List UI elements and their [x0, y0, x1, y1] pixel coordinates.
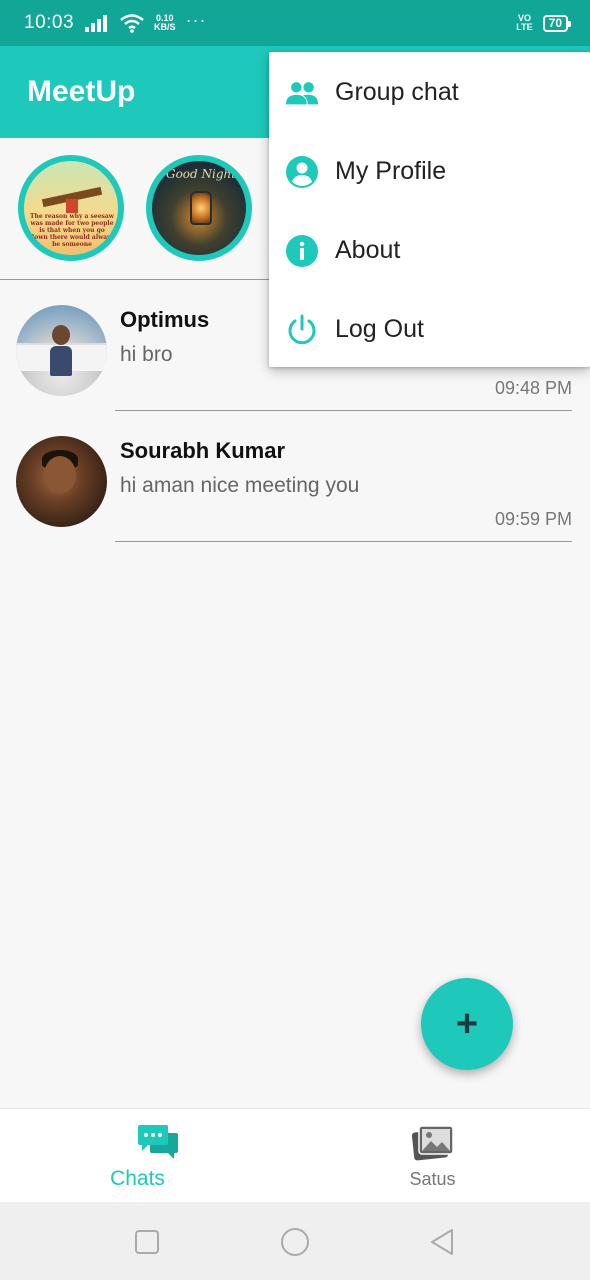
volte-bottom: LTE [516, 22, 533, 32]
app-title: MeetUp [27, 75, 136, 108]
menu-item-label: Group chat [335, 78, 459, 106]
status-left: 10:03 0.10 KB/S ··· [24, 9, 207, 34]
tab-label: Satus [409, 1169, 456, 1189]
tab-status[interactable]: Satus [295, 1109, 590, 1203]
home-icon[interactable] [279, 1226, 311, 1258]
story-avatar[interactable]: The reason why a seesaw was made for two… [18, 155, 124, 261]
network-speed: 0.10 KB/S [154, 14, 176, 32]
status-right: VO LTE 70 [516, 14, 572, 32]
status-bar: 10:03 0.10 KB/S ··· VO LTE 70 [0, 0, 590, 46]
person-graphic [50, 325, 72, 387]
signal-icon [85, 15, 108, 32]
menu-item-about[interactable]: About [269, 211, 590, 290]
volte-indicator: VO LTE [516, 14, 532, 32]
new-chat-fab[interactable]: + [421, 978, 513, 1070]
avatar [16, 436, 107, 527]
tab-chats[interactable]: Chats [0, 1109, 295, 1203]
menu-item-label: My Profile [335, 157, 447, 185]
seesaw-base-graphic [66, 199, 78, 213]
system-navigation-bar [0, 1202, 590, 1280]
story-quote: The reason why a seesaw was made for two… [30, 213, 115, 248]
chat-timestamp: 09:59 PM [494, 509, 572, 529]
speed-unit: KB/S [154, 22, 176, 32]
chat-timestamp: 09:48 PM [494, 378, 572, 398]
menu-item-label: About [335, 236, 401, 264]
battery-icon: 70 [542, 14, 572, 32]
info-icon [285, 234, 319, 268]
menu-item-group-chat[interactable]: Group chat [269, 53, 590, 132]
chat-contact-name: Sourabh Kumar [120, 438, 286, 463]
battery-level: 70 [548, 16, 562, 30]
chat-bubbles-icon [136, 1123, 180, 1163]
divider [115, 540, 572, 542]
story-avatar[interactable]: Good Night [146, 155, 252, 261]
group-icon [285, 76, 319, 110]
story-caption: Good Night [166, 167, 237, 181]
recents-icon[interactable] [131, 1226, 163, 1258]
plus-icon: + [455, 1003, 479, 1045]
power-icon [285, 313, 319, 347]
chat-contact-name: Optimus [120, 307, 210, 332]
face-graphic [44, 456, 76, 494]
bottom-navigation: Chats Satus [0, 1108, 590, 1202]
chat-last-message: hi aman nice meeting you [120, 474, 360, 497]
overflow-menu: Group chat My Profile About Log Out [269, 52, 590, 367]
chat-last-message: hi bro [120, 343, 173, 366]
avatar [16, 305, 107, 396]
menu-item-log-out[interactable]: Log Out [269, 290, 590, 369]
wifi-icon [120, 14, 144, 33]
more-notifications-icon: ··· [185, 9, 207, 30]
chat-list-item[interactable]: Sourabh Kumar hi aman nice meeting you 0… [0, 411, 590, 542]
lantern-graphic [190, 191, 212, 225]
status-time: 10:03 [24, 12, 75, 33]
tab-label: Chats [110, 1167, 165, 1190]
gallery-icon [411, 1123, 455, 1163]
profile-icon [285, 155, 319, 189]
menu-item-label: Log Out [335, 315, 424, 343]
back-icon[interactable] [426, 1226, 458, 1258]
menu-item-my-profile[interactable]: My Profile [269, 132, 590, 211]
